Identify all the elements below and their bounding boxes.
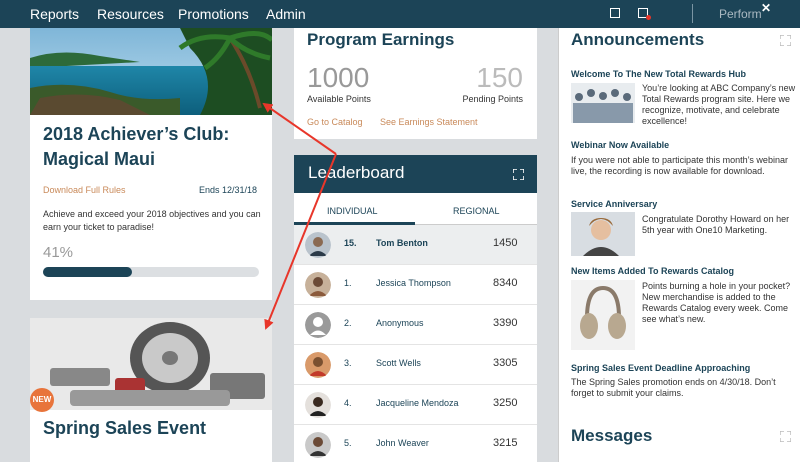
row-name: John Weaver bbox=[376, 438, 429, 448]
leaderboard-row[interactable]: 2. Anonymous 3390 bbox=[294, 305, 537, 345]
expand-icon[interactable] bbox=[780, 431, 791, 442]
achiever-title: 2018 Achiever’s Club: Magical Maui bbox=[43, 124, 230, 169]
row-name: Jacqueline Mendoza bbox=[376, 398, 459, 408]
announcement-text: Points burning a hole in your pocket? Ne… bbox=[642, 281, 791, 324]
row-rank: 3. bbox=[344, 358, 352, 368]
messages-title: Messages bbox=[571, 426, 653, 445]
leaderboard-row[interactable]: 4. Jacqueline Mendoza 3250 bbox=[294, 385, 537, 425]
row-rank: 2. bbox=[344, 318, 352, 328]
leaderboard-header: Leaderboard bbox=[294, 155, 537, 193]
top-nav: Reports Resources Promotions Admin Perfo… bbox=[0, 0, 800, 28]
auto-parts-image bbox=[30, 318, 272, 410]
row-name: Scott Wells bbox=[376, 358, 421, 368]
leaderboard-tabs: INDIVIDUAL REGIONAL bbox=[294, 193, 537, 225]
expand-icon[interactable] bbox=[780, 35, 791, 46]
team-photo bbox=[571, 83, 635, 123]
leaderboard-row[interactable]: 15. Tom Benton 1450 bbox=[294, 225, 537, 265]
expand-icon[interactable] bbox=[513, 169, 524, 180]
announcements-title: Announcements bbox=[571, 30, 705, 49]
spring-title: Spring Sales Event bbox=[43, 418, 207, 438]
tab-regional[interactable]: REGIONAL bbox=[453, 206, 500, 216]
new-badge: NEW bbox=[30, 388, 54, 412]
row-points: 3305 bbox=[493, 357, 518, 369]
earnings-card: Program Earnings 1000 Available Points 1… bbox=[294, 28, 537, 139]
notification-icon[interactable] bbox=[638, 8, 651, 20]
achiever-description: Achieve and exceed your 2018 objectives … bbox=[43, 209, 261, 232]
spring-sales-card: NEW Spring Sales Event bbox=[30, 318, 272, 462]
row-name: Jessica Thompson bbox=[376, 278, 451, 288]
row-points: 1450 bbox=[493, 237, 518, 249]
go-to-catalog-link[interactable]: Go to Catalog bbox=[307, 117, 363, 127]
leaderboard-row[interactable]: 3. Scott Wells 3305 bbox=[294, 345, 537, 385]
row-points: 3390 bbox=[493, 317, 518, 329]
brand-logo[interactable]: Perform bbox=[719, 7, 762, 21]
headphones-photo bbox=[571, 280, 635, 350]
announcement-text: If you were not able to participate this… bbox=[571, 155, 788, 176]
avatar bbox=[305, 232, 331, 258]
available-points-value: 1000 bbox=[307, 62, 370, 93]
avatar bbox=[305, 392, 331, 418]
available-points-label: Available Points bbox=[307, 94, 371, 104]
announcement-text: Congratulate Dorothy Howard on her 5th y… bbox=[642, 214, 790, 235]
announcements-panel: Announcements Welcome To The New Total R… bbox=[558, 28, 800, 462]
leaderboard-card: Leaderboard INDIVIDUAL REGIONAL 15. Tom … bbox=[294, 155, 537, 462]
avatar bbox=[305, 432, 331, 458]
earnings-statement-link[interactable]: See Earnings Statement bbox=[380, 117, 478, 127]
avatar bbox=[305, 352, 331, 378]
achiever-end-date: Ends 12/31/18 bbox=[199, 185, 258, 195]
leaderboard-title: Leaderboard bbox=[308, 163, 405, 182]
row-rank: 1. bbox=[344, 278, 352, 288]
row-points: 3215 bbox=[493, 437, 518, 449]
nav-admin[interactable]: Admin bbox=[266, 6, 306, 22]
announcement-text: The Spring Sales promotion ends on 4/30/… bbox=[571, 377, 776, 398]
row-name: Tom Benton bbox=[376, 238, 428, 248]
announcement-text: You’re looking at ABC Company’s new Tota… bbox=[642, 83, 796, 126]
leaderboard-row[interactable]: 1. Jessica Thompson 8340 bbox=[294, 265, 537, 305]
avatar bbox=[305, 272, 331, 298]
anonymous-avatar-icon bbox=[305, 312, 331, 338]
announcement-heading[interactable]: Welcome To The New Total Rewards Hub bbox=[571, 69, 746, 79]
window-icon[interactable] bbox=[610, 8, 620, 18]
download-rules-link[interactable]: Download Full Rules bbox=[43, 185, 126, 195]
announcement-heading[interactable]: New Items Added To Rewards Catalog bbox=[571, 266, 734, 276]
close-icon[interactable]: ✕ bbox=[761, 1, 771, 15]
announcement-heading[interactable]: Spring Sales Event Deadline Approaching bbox=[571, 363, 750, 373]
achiever-card: 2018 Achiever’s Club: Magical Maui Downl… bbox=[30, 28, 272, 300]
nav-promotions[interactable]: Promotions bbox=[178, 6, 249, 22]
maui-hero-image bbox=[30, 28, 272, 115]
pending-points-value: 150 bbox=[476, 62, 523, 93]
announcement-heading[interactable]: Webinar Now Available bbox=[571, 140, 669, 150]
row-rank: 15. bbox=[344, 238, 357, 248]
row-rank: 5. bbox=[344, 438, 352, 448]
earnings-title: Program Earnings bbox=[307, 30, 455, 49]
progress-bar bbox=[43, 267, 259, 277]
announcement-heading[interactable]: Service Anniversary bbox=[571, 199, 657, 209]
nav-resources[interactable]: Resources bbox=[97, 6, 164, 22]
row-name: Anonymous bbox=[376, 318, 424, 328]
row-points: 8340 bbox=[493, 277, 518, 289]
leaderboard-row[interactable]: 5. John Weaver 3215 bbox=[294, 425, 537, 462]
progress-fill bbox=[43, 267, 132, 277]
row-rank: 4. bbox=[344, 398, 352, 408]
tab-individual[interactable]: INDIVIDUAL bbox=[327, 206, 378, 216]
nav-reports[interactable]: Reports bbox=[30, 6, 79, 22]
employee-photo bbox=[571, 212, 635, 256]
progress-percent: 41% bbox=[43, 244, 74, 261]
pending-points-label: Pending Points bbox=[462, 94, 523, 104]
nav-divider bbox=[692, 4, 693, 23]
row-points: 3250 bbox=[493, 397, 518, 409]
